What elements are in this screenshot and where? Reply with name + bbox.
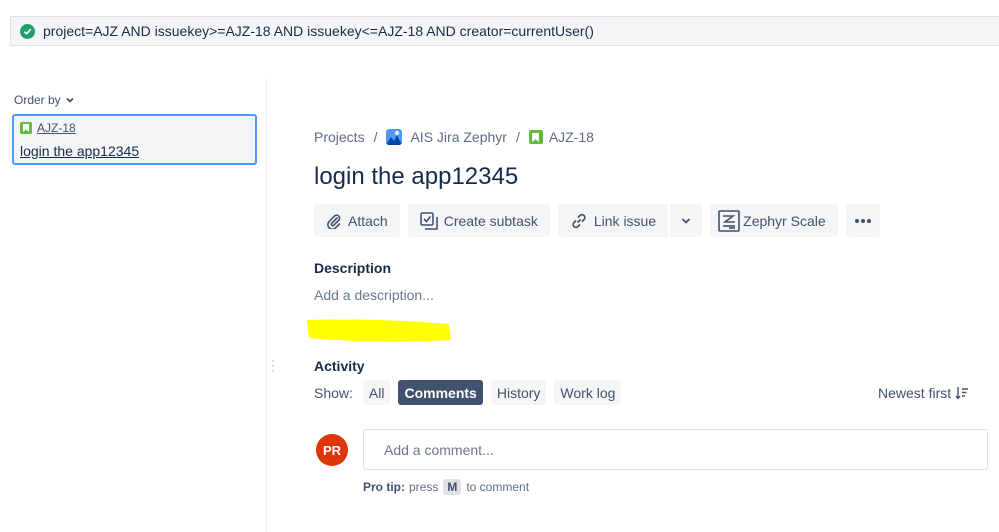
issue-card-key[interactable]: AJZ-18 [37,121,76,135]
chevron-down-icon [66,97,74,103]
create-subtask-button[interactable]: Create subtask [407,204,550,237]
jql-bar[interactable]: project=AJZ AND issuekey>=AJZ-18 AND iss… [10,16,999,46]
filter-work-log[interactable]: Work log [554,380,622,405]
subtask-icon [419,211,438,230]
issue-card-summary[interactable]: login the app12345 [20,143,139,159]
check-circle-icon [20,23,35,39]
filter-comments[interactable]: Comments [398,380,483,405]
pro-tip-suffix: to comment [466,480,530,494]
breadcrumb: Projects / AIS Jira Zephyr / AJZ-18 [314,129,594,145]
filter-history[interactable]: History [490,380,547,405]
order-by-label: Order by [14,93,61,107]
issue-card[interactable]: AJZ-18 login the app12345 [12,114,257,165]
zephyr-scale-icon [718,209,740,232]
comment-input[interactable] [363,429,988,470]
story-icon [20,122,32,134]
show-label: Show: [314,384,353,401]
more-icon [854,218,871,223]
resize-handle-icon[interactable]: · · · [271,354,275,376]
pro-tip-label: Pro tip: [363,480,405,494]
more-actions-button[interactable] [845,204,880,237]
pro-tip-press: press [409,480,439,494]
zephyr-scale-button[interactable]: Zephyr Scale [710,204,838,237]
project-avatar-icon [386,129,403,145]
filter-all[interactable]: All [362,380,391,405]
avatar: PR [316,434,348,466]
highlight-annotation [307,319,451,342]
breadcrumb-separator: / [515,129,520,145]
breadcrumb-issue-key[interactable]: AJZ-18 [549,129,594,145]
link-issue-label: Link issue [593,212,657,229]
breadcrumb-projects[interactable]: Projects [314,129,365,145]
description-placeholder[interactable]: Add a description... [314,287,434,303]
link-icon [572,213,586,228]
create-subtask-label: Create subtask [443,212,538,229]
link-issue-button[interactable]: Link issue [557,204,669,237]
breadcrumb-separator: / [373,129,378,145]
issue-toolbar: Attach Create subtask Link issue Zephyr … [314,204,888,237]
activity-filter-bar: Show: All Comments History Work log [314,380,629,405]
chevron-down-icon [682,217,691,224]
paperclip-icon [327,213,341,229]
issue-title[interactable]: login the app12345 [314,163,518,191]
sort-descending-icon [955,387,969,400]
activity-heading: Activity [314,358,365,374]
description-heading: Description [314,260,392,276]
pro-tip: Pro tip: press M to comment [363,479,529,495]
breadcrumb-project[interactable]: AIS Jira Zephyr [410,129,506,145]
order-by-button[interactable]: Order by [14,93,75,107]
story-icon [528,130,543,144]
sort-order-button[interactable]: Newest first [878,385,969,401]
attach-label: Attach [348,212,388,229]
sort-label: Newest first [878,385,952,401]
jql-query-text: project=AJZ AND issuekey>=AJZ-18 AND iss… [43,23,594,39]
keyboard-shortcut-key: M [443,479,462,495]
link-issue-dropdown-button[interactable] [670,204,703,237]
zephyr-scale-label: Zephyr Scale [743,212,826,229]
attach-button[interactable]: Attach [314,204,400,237]
issue-list-panel: Order by AJZ-18 login the app12345 [0,78,267,532]
